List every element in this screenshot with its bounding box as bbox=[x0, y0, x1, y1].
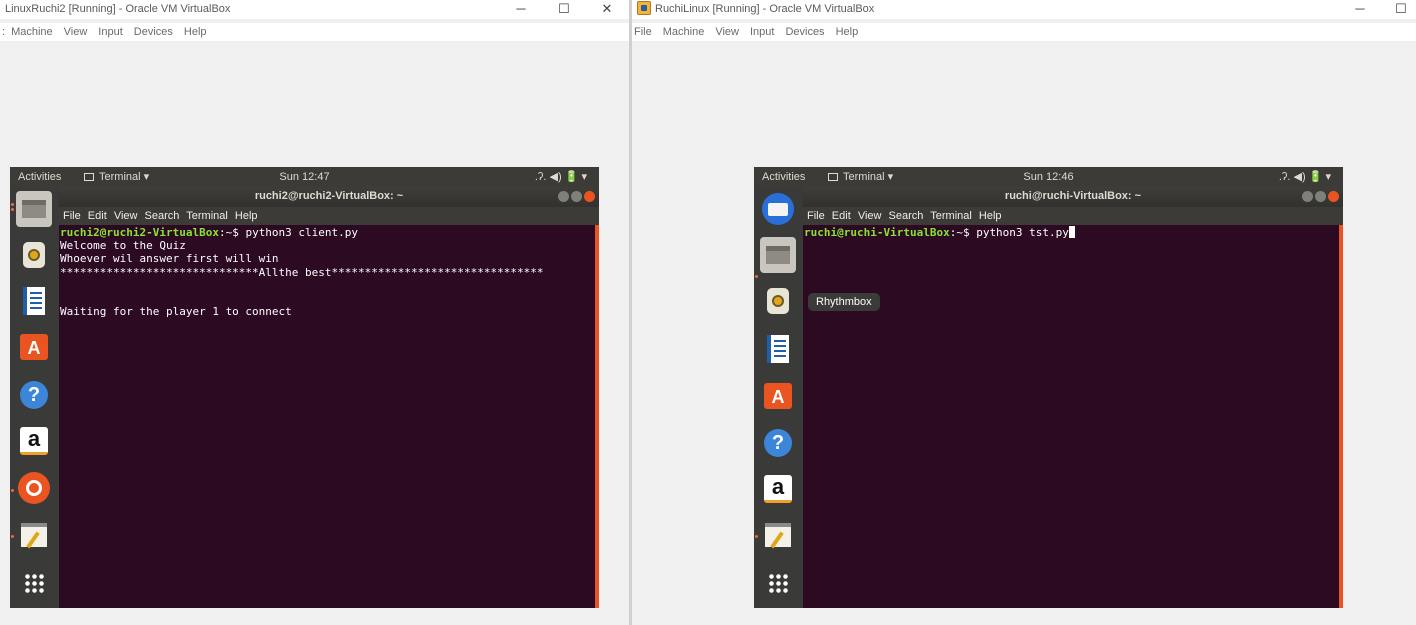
software-center-icon[interactable]: A bbox=[760, 378, 796, 414]
menu-file[interactable]: File bbox=[634, 26, 652, 38]
shell-prompt: ruchi2@ruchi2-VirtualBox bbox=[60, 226, 219, 239]
term-menu-edit[interactable]: Edit bbox=[88, 210, 107, 222]
app-grid-icon[interactable] bbox=[16, 565, 52, 601]
files-icon[interactable] bbox=[760, 237, 796, 273]
term-menu-search[interactable]: Search bbox=[145, 210, 180, 222]
help-icon[interactable]: ? bbox=[16, 377, 52, 413]
amazon-icon[interactable]: a bbox=[16, 423, 52, 459]
ubuntu-dock: A ? a bbox=[10, 187, 59, 608]
terminal-window-buttons bbox=[1300, 191, 1339, 210]
terminal-output[interactable]: ruchi@ruchi-VirtualBox:~$ python3 tst.py bbox=[803, 225, 1343, 608]
terminal-titlebar[interactable]: ruchi@ruchi-VirtualBox: ~ bbox=[803, 187, 1343, 207]
minimize-button[interactable]: ─ bbox=[508, 0, 534, 19]
term-menu-search[interactable]: Search bbox=[889, 210, 924, 222]
files-icon[interactable] bbox=[16, 191, 52, 227]
command-line: :~$ python3 client.py bbox=[218, 226, 359, 239]
thunderbird-icon[interactable] bbox=[760, 191, 796, 227]
program-output: Welcome to the Quiz Whoever wil answer f… bbox=[60, 239, 544, 319]
term-menu-file[interactable]: File bbox=[63, 210, 81, 222]
window-titlebar[interactable]: LinuxRuchi2 [Running] - Oracle VM Virtua… bbox=[0, 0, 629, 19]
terminal-close-icon[interactable] bbox=[1328, 191, 1339, 202]
writer-icon[interactable] bbox=[16, 283, 52, 319]
terminal-maximize-icon[interactable] bbox=[1315, 191, 1326, 202]
terminal-menubar: File Edit View Search Terminal Help bbox=[803, 207, 1343, 225]
term-menu-view[interactable]: View bbox=[114, 210, 138, 222]
menu-machine[interactable]: Machine bbox=[663, 26, 705, 38]
rhythmbox-icon[interactable] bbox=[760, 283, 796, 319]
amazon-icon[interactable]: a bbox=[760, 471, 796, 507]
clock[interactable]: Sun 12:46 bbox=[754, 167, 1343, 187]
running-indicator bbox=[11, 535, 14, 538]
menu-devices[interactable]: Devices bbox=[785, 26, 824, 38]
command-line: :~$ python3 tst.py bbox=[949, 226, 1069, 239]
term-menu-view[interactable]: View bbox=[858, 210, 882, 222]
vbox-menubar: File Machine View Input Devices Help bbox=[632, 23, 1416, 41]
terminal-scrollbar[interactable] bbox=[595, 225, 599, 608]
running-indicator bbox=[11, 203, 14, 206]
gnome-top-bar: Activities Terminal ▾ Sun 12:46 .ʔ. ◀) 🔋… bbox=[754, 167, 1343, 187]
menu-devices[interactable]: Devices bbox=[134, 26, 173, 38]
term-menu-file[interactable]: File bbox=[807, 210, 825, 222]
running-indicator bbox=[11, 489, 14, 492]
menu-view[interactable]: View bbox=[715, 26, 739, 38]
window-title: RuchiLinux [Running] - Oracle VM Virtual… bbox=[655, 3, 875, 15]
term-menu-help[interactable]: Help bbox=[235, 210, 258, 222]
virtualbox-logo-icon bbox=[637, 1, 651, 15]
term-menu-terminal[interactable]: Terminal bbox=[930, 210, 972, 222]
menu-help[interactable]: Help bbox=[184, 26, 207, 38]
maximize-button[interactable]: ☐ bbox=[1388, 0, 1414, 19]
rhythmbox-icon[interactable] bbox=[16, 237, 52, 273]
help-icon[interactable]: ? bbox=[760, 425, 796, 461]
virtualbox-window-right: RuchiLinux [Running] - Oracle VM Virtual… bbox=[632, 0, 1416, 625]
terminal-title: ruchi@ruchi-VirtualBox: ~ bbox=[1004, 190, 1142, 202]
terminal-menubar: File Edit View Search Terminal Help bbox=[59, 207, 599, 225]
term-menu-help[interactable]: Help bbox=[979, 210, 1002, 222]
terminal-close-icon[interactable] bbox=[584, 191, 595, 202]
ubuntu-icon[interactable] bbox=[16, 470, 52, 506]
menu-input[interactable]: Input bbox=[750, 26, 774, 38]
dock-tooltip: Rhythmbox bbox=[808, 293, 880, 311]
window-titlebar[interactable]: RuchiLinux [Running] - Oracle VM Virtual… bbox=[632, 0, 1416, 19]
close-button[interactable]: ✕ bbox=[594, 0, 620, 19]
app-grid-icon[interactable] bbox=[760, 565, 796, 601]
menu-input[interactable]: Input bbox=[98, 26, 122, 38]
term-menu-terminal[interactable]: Terminal bbox=[186, 210, 228, 222]
gnome-top-bar: Activities Terminal ▾ Sun 12:47 .ʔ. ◀) 🔋… bbox=[10, 167, 599, 187]
menu-view[interactable]: View bbox=[64, 26, 88, 38]
guest-screen[interactable]: Activities Terminal ▾ Sun 12:46 .ʔ. ◀) 🔋… bbox=[754, 167, 1343, 608]
minimize-button[interactable]: ─ bbox=[1347, 0, 1373, 19]
terminal-output[interactable]: ruchi2@ruchi2-VirtualBox:~$ python3 clie… bbox=[59, 225, 599, 608]
running-indicator bbox=[11, 208, 14, 211]
guest-screen[interactable]: Activities Terminal ▾ Sun 12:47 .ʔ. ◀) 🔋… bbox=[10, 167, 599, 608]
menu-help[interactable]: Help bbox=[836, 26, 859, 38]
terminal-titlebar[interactable]: ruchi2@ruchi2-VirtualBox: ~ bbox=[59, 187, 599, 207]
maximize-button[interactable]: ☐ bbox=[551, 0, 577, 19]
terminal-maximize-icon[interactable] bbox=[571, 191, 582, 202]
terminal-minimize-icon[interactable] bbox=[1302, 191, 1313, 202]
text-editor-icon[interactable] bbox=[16, 517, 52, 553]
software-center-icon[interactable]: A bbox=[16, 329, 52, 365]
vbox-menubar: : Machine View Input Devices Help bbox=[0, 23, 629, 41]
window-title: LinuxRuchi2 [Running] - Oracle VM Virtua… bbox=[5, 3, 231, 15]
shell-prompt: ruchi@ruchi-VirtualBox bbox=[804, 226, 950, 239]
system-tray[interactable]: .ʔ. ◀) 🔋 ▾ bbox=[1279, 167, 1331, 187]
terminal-window[interactable]: ruchi2@ruchi2-VirtualBox: ~ File Edit Vi… bbox=[59, 187, 599, 608]
running-indicator bbox=[755, 275, 758, 278]
system-tray[interactable]: .ʔ. ◀) 🔋 ▾ bbox=[535, 167, 587, 187]
terminal-window-buttons bbox=[556, 191, 595, 210]
clock[interactable]: Sun 12:47 bbox=[10, 167, 599, 187]
running-indicator bbox=[755, 535, 758, 538]
terminal-window[interactable]: ruchi@ruchi-VirtualBox: ~ File Edit View… bbox=[803, 187, 1343, 608]
terminal-scrollbar[interactable] bbox=[1339, 225, 1343, 608]
ubuntu-dock: A ? a bbox=[754, 187, 803, 608]
menu-machine[interactable]: Machine bbox=[11, 26, 53, 38]
text-cursor bbox=[1068, 226, 1075, 238]
term-menu-edit[interactable]: Edit bbox=[832, 210, 851, 222]
text-editor-icon[interactable] bbox=[760, 517, 796, 553]
terminal-title: ruchi2@ruchi2-VirtualBox: ~ bbox=[254, 190, 404, 202]
virtualbox-window-left: LinuxRuchi2 [Running] - Oracle VM Virtua… bbox=[0, 0, 629, 625]
terminal-minimize-icon[interactable] bbox=[558, 191, 569, 202]
menu-overflow-marker: : bbox=[2, 26, 6, 38]
writer-icon[interactable] bbox=[760, 331, 796, 367]
